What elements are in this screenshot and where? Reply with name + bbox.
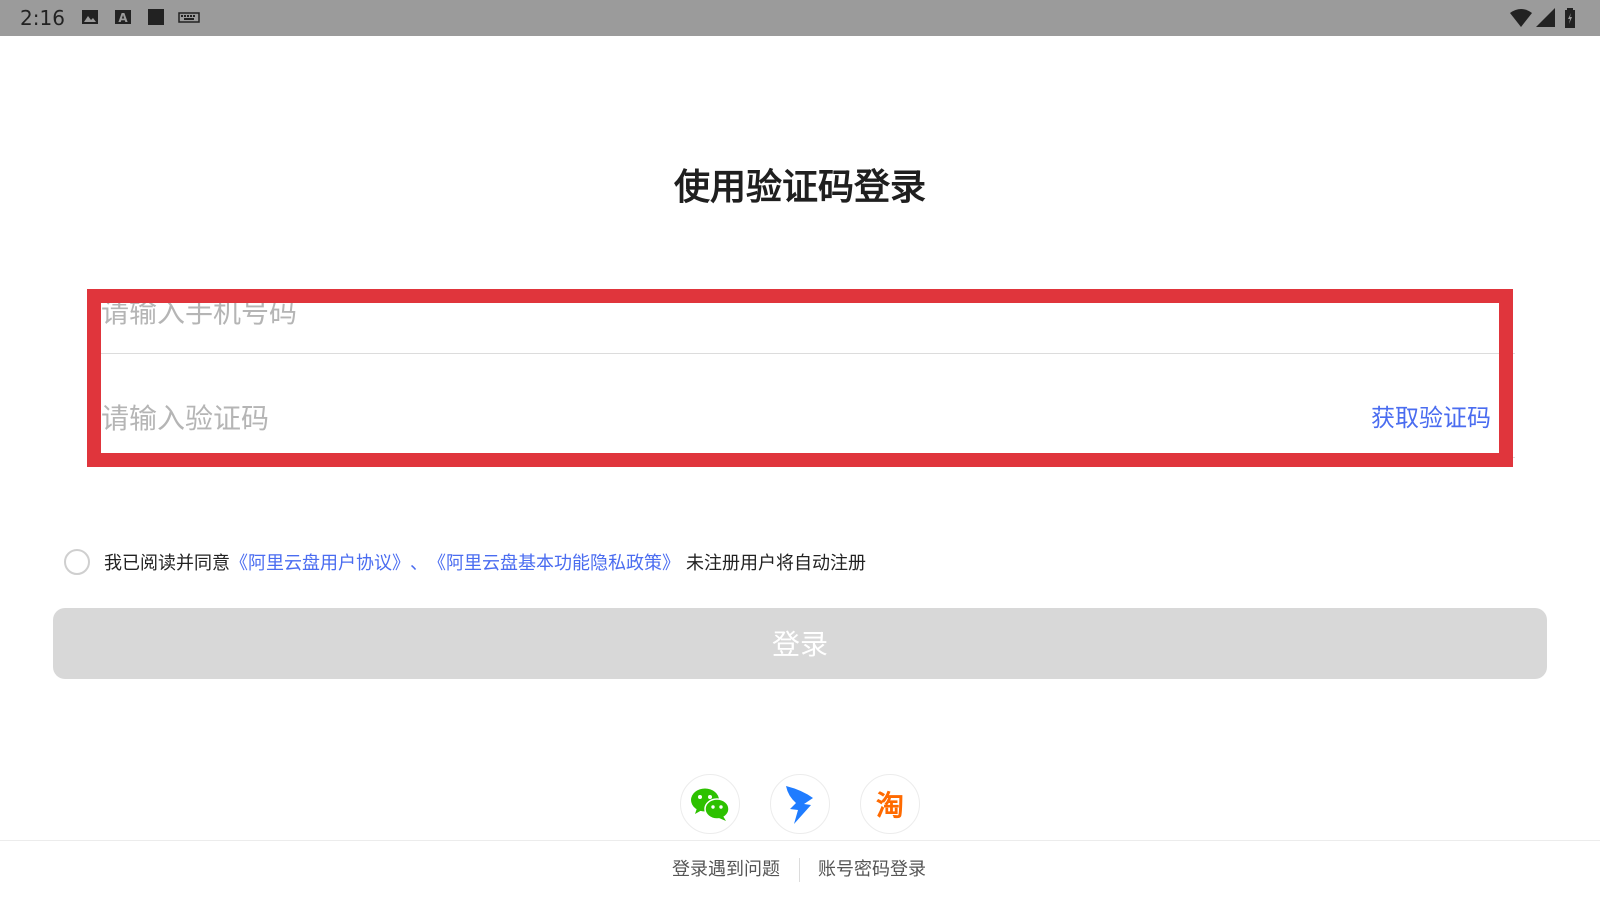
dingtalk-icon — [786, 786, 813, 824]
keyboard-icon — [178, 12, 200, 23]
agreement-row: 我已阅读并同意 《阿里云盘用户协议》 、 《阿里云盘基本功能隐私政策》 未注册用… — [64, 546, 866, 578]
image-icon — [82, 10, 98, 24]
password-login-link[interactable]: 账号密码登录 — [818, 856, 926, 884]
taobao-login-button[interactable]: 淘 — [860, 774, 920, 834]
agreement-prefix: 我已阅读并同意 — [104, 553, 230, 574]
page-title: 使用验证码登录 — [673, 167, 926, 208]
agreement-radio[interactable] — [64, 549, 90, 575]
login-problem-link[interactable]: 登录遇到问题 — [672, 856, 780, 884]
code-field-row: 获取验证码 — [101, 354, 1515, 458]
a-box-icon: A — [115, 10, 131, 25]
agreement-suffix: 未注册用户将自动注册 — [686, 553, 866, 574]
svg-text:A: A — [118, 11, 128, 25]
signal-icon — [1536, 8, 1555, 27]
login-button[interactable]: 登录 — [53, 608, 1547, 679]
phone-input[interactable] — [101, 298, 1201, 328]
status-bar: 2:16 A — [0, 0, 1600, 36]
battery-icon — [1565, 8, 1575, 28]
footer-separator — [799, 858, 800, 882]
user-agreement-link[interactable]: 《阿里云盘用户协议》 — [230, 549, 410, 575]
verification-code-input[interactable] — [101, 399, 1201, 439]
wechat-login-button[interactable] — [680, 774, 740, 834]
wechat-icon — [691, 788, 730, 821]
privacy-policy-link[interactable]: 《阿里云盘基本功能隐私政策》 — [428, 549, 680, 575]
dingtalk-login-button[interactable] — [770, 774, 830, 834]
taobao-icon: 淘 — [875, 789, 904, 822]
phone-field-row — [101, 298, 1515, 354]
wifi-icon — [1510, 9, 1532, 27]
status-time: 2:16 — [20, 6, 65, 30]
square-icon — [148, 9, 164, 25]
get-code-button[interactable]: 获取验证码 — [1371, 402, 1491, 434]
agreement-separator: 、 — [410, 553, 428, 574]
footer-divider — [0, 840, 1600, 841]
